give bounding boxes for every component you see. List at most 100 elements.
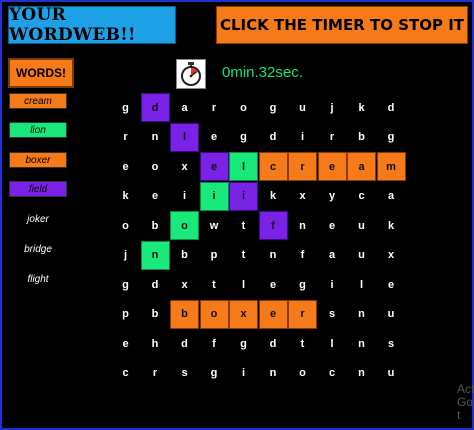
grid-cell[interactable]: r <box>288 152 317 181</box>
grid-cell[interactable]: d <box>170 329 199 358</box>
grid-cell[interactable]: j <box>318 93 347 122</box>
grid-cell[interactable]: i <box>229 181 258 211</box>
grid-cell[interactable]: b <box>170 241 199 270</box>
grid-cell[interactable]: k <box>377 211 406 240</box>
grid-cell[interactable]: u <box>377 300 406 329</box>
grid-cell[interactable]: b <box>141 300 170 329</box>
grid-cell[interactable]: p <box>200 241 229 270</box>
grid-cell[interactable]: r <box>200 93 229 122</box>
grid-cell[interactable]: h <box>141 329 170 358</box>
grid-cell[interactable]: o <box>111 211 140 240</box>
grid-cell[interactable]: j <box>111 241 140 270</box>
grid-cell[interactable]: n <box>288 211 317 240</box>
grid-cell[interactable]: i <box>318 270 347 299</box>
grid-cell[interactable]: b <box>347 123 376 152</box>
grid-cell[interactable]: t <box>288 329 317 358</box>
grid-cell[interactable]: e <box>258 299 288 329</box>
grid-cell[interactable]: c <box>111 359 140 388</box>
grid-cell[interactable]: g <box>229 329 258 358</box>
grid-cell[interactable]: t <box>229 211 258 240</box>
grid-cell[interactable]: k <box>111 182 140 211</box>
grid-cell[interactable]: n <box>259 359 288 388</box>
grid-cell[interactable]: f <box>288 241 317 270</box>
grid-cell[interactable]: g <box>111 93 140 122</box>
grid-cell[interactable]: i <box>229 359 258 388</box>
grid-cell[interactable]: i <box>199 181 229 211</box>
grid-cell[interactable]: r <box>318 123 347 152</box>
stopwatch-icon[interactable] <box>176 59 206 89</box>
grid-cell[interactable]: a <box>170 93 199 122</box>
grid-cell[interactable]: c <box>347 182 376 211</box>
grid-cell[interactable]: t <box>229 241 258 270</box>
grid-cell[interactable]: s <box>170 359 199 388</box>
grid-cell[interactable]: o <box>288 359 317 388</box>
grid-cell[interactable]: o <box>170 211 199 240</box>
grid-cell[interactable]: d <box>259 123 288 152</box>
grid-cell[interactable]: g <box>229 123 258 152</box>
grid-cell[interactable]: p <box>111 300 140 329</box>
grid-cell[interactable]: n <box>141 123 170 152</box>
grid-cell[interactable]: k <box>347 93 376 122</box>
grid-cell[interactable]: e <box>317 152 347 181</box>
grid-cell[interactable]: n <box>347 300 376 329</box>
grid-cell[interactable]: b <box>141 211 170 240</box>
grid-cell[interactable]: a <box>347 152 376 181</box>
grid-cell[interactable]: d <box>377 93 406 122</box>
grid-cell[interactable]: r <box>288 299 317 329</box>
grid-cell[interactable]: l <box>170 122 199 152</box>
grid-cell[interactable]: d <box>141 270 170 299</box>
grid-cell[interactable]: c <box>258 152 288 181</box>
grid-cell[interactable]: e <box>111 152 140 181</box>
grid-cell[interactable]: x <box>377 241 406 270</box>
grid-cell[interactable]: m <box>376 152 406 181</box>
grid-cell[interactable]: d <box>140 93 170 122</box>
grid-cell[interactable]: e <box>111 329 140 358</box>
grid-cell[interactable]: n <box>140 240 170 270</box>
grid-cell[interactable]: g <box>288 270 317 299</box>
stop-timer-button[interactable]: CLICK THE TIMER TO STOP IT <box>216 6 468 44</box>
grid-cell[interactable]: x <box>170 270 199 299</box>
grid-cell[interactable]: e <box>141 182 170 211</box>
grid-cell[interactable]: c <box>318 359 347 388</box>
grid-cell[interactable]: o <box>229 93 258 122</box>
grid-cell[interactable]: l <box>229 152 258 181</box>
grid-cell[interactable]: b <box>170 299 199 329</box>
grid-cell[interactable]: f <box>200 329 229 358</box>
grid-cell[interactable]: w <box>200 211 229 240</box>
grid-cell[interactable]: e <box>318 211 347 240</box>
grid-cell[interactable]: g <box>111 270 140 299</box>
grid-cell[interactable]: u <box>347 211 376 240</box>
grid-cell[interactable]: r <box>141 359 170 388</box>
grid-cell[interactable]: e <box>200 123 229 152</box>
grid-cell[interactable]: e <box>259 270 288 299</box>
grid-cell[interactable]: g <box>259 93 288 122</box>
grid-cell[interactable]: t <box>200 270 229 299</box>
grid-cell[interactable]: a <box>318 241 347 270</box>
grid-cell[interactable]: l <box>347 270 376 299</box>
grid-cell[interactable]: u <box>288 93 317 122</box>
grid-cell[interactable]: o <box>141 152 170 181</box>
grid-cell[interactable]: y <box>318 182 347 211</box>
grid-cell[interactable]: e <box>377 270 406 299</box>
grid-cell[interactable]: l <box>318 329 347 358</box>
grid-cell[interactable]: n <box>259 241 288 270</box>
grid-cell[interactable]: x <box>288 182 317 211</box>
grid-cell[interactable]: g <box>200 359 229 388</box>
grid-cell[interactable]: s <box>377 329 406 358</box>
grid-cell[interactable]: f <box>258 211 288 240</box>
grid-cell[interactable]: n <box>347 329 376 358</box>
grid-cell[interactable]: o <box>199 299 229 329</box>
grid-cell[interactable]: r <box>111 123 140 152</box>
grid-cell[interactable]: i <box>170 182 199 211</box>
grid-cell[interactable]: x <box>229 299 258 329</box>
grid-cell[interactable]: u <box>347 241 376 270</box>
grid-cell[interactable]: d <box>259 329 288 358</box>
grid-cell[interactable]: k <box>259 182 288 211</box>
grid-cell[interactable]: n <box>347 359 376 388</box>
grid-cell[interactable]: a <box>377 182 406 211</box>
grid-cell[interactable]: g <box>377 123 406 152</box>
grid-cell[interactable]: x <box>170 152 199 181</box>
grid-cell[interactable]: i <box>288 123 317 152</box>
grid-cell[interactable]: u <box>377 359 406 388</box>
grid-cell[interactable]: e <box>199 152 229 181</box>
